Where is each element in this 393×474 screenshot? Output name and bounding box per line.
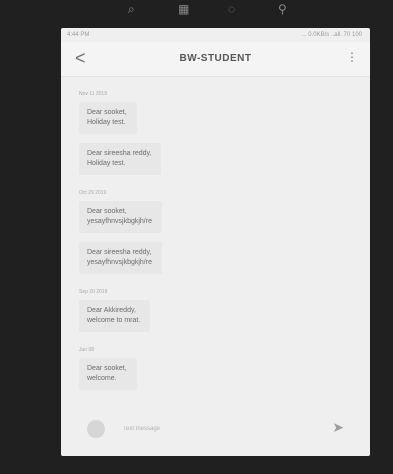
message-item: Dear sireesha reddy, yesayfhnvsjkbgkjh/re xyxy=(79,242,352,283)
message-bubble[interactable]: Dear sooket, yesayfhnvsjkbgkjh/re xyxy=(79,201,162,233)
message-line: Holiday test. xyxy=(87,160,126,167)
message-item: Dear sooket, yesayfhnvsjkbgkjh/re xyxy=(79,201,352,242)
compose-bar: ➤ xyxy=(61,412,370,442)
status-indicators: ... 0.0KB/s ..all. 70 100 xyxy=(301,32,362,38)
message-line: welcome to mrat. xyxy=(87,317,141,324)
date-label: Nov 11 2019 xyxy=(79,91,107,97)
emoji-icon[interactable] xyxy=(87,420,105,438)
message-input[interactable] xyxy=(121,421,295,437)
date-label: Oct 29 2019 xyxy=(79,190,107,196)
phone-screen: 4:44 PM ... 0.0KB/s ..all. 70 100 < BW-S… xyxy=(61,28,370,456)
status-bar: 4:44 PM ... 0.0KB/s ..all. 70 100 xyxy=(61,28,370,42)
message-line: yesayfhnvsjkbgkjh/re xyxy=(87,218,152,225)
message-list[interactable]: Nov 11 2019 Dear sooket, Holiday test. Dear… xyxy=(61,77,370,399)
message-item: Dear sooket, welcome. xyxy=(79,358,352,399)
message-item: Dear Akkireddy, welcome to mrat. xyxy=(79,300,352,341)
circle-icon[interactable]: ◌ xyxy=(228,2,235,16)
message-bubble[interactable]: Dear sireesha reddy, Holiday test. xyxy=(79,143,162,175)
message-bubble[interactable]: Dear Akkireddy, welcome to mrat. xyxy=(79,300,151,332)
message-line: Holiday test. xyxy=(87,119,126,126)
message-line: yesayfhnvsjkbgkjh/re xyxy=(87,259,152,266)
app-bar: < BW-STUDENT ⋮ xyxy=(61,42,370,77)
message-bubble[interactable]: Dear sooket, Holiday test. xyxy=(79,102,137,134)
message-bubble[interactable]: Dear sireesha reddy, yesayfhnvsjkbgkjh/re xyxy=(79,242,162,274)
device-frame: ⌕ ▦ ◌ ⚲ 4:44 PM ... 0.0KB/s ..all. 70 10… xyxy=(0,0,393,474)
grid-icon[interactable]: ▦ xyxy=(178,2,189,16)
search-icon[interactable]: ⌕ xyxy=(128,2,135,17)
toolbar-icons: ⌕ ▦ ◌ ⚲ xyxy=(120,0,320,20)
message-line: Dear sireesha reddy, xyxy=(87,150,152,157)
message-item: Dear sooket, Holiday test. xyxy=(79,102,352,143)
more-options-icon[interactable]: ⋮ xyxy=(346,50,358,64)
status-time: 4:44 PM xyxy=(67,32,90,38)
message-item: Dear sireesha reddy, Holiday test. xyxy=(79,143,352,184)
message-line: welcome. xyxy=(87,375,117,382)
message-line: Dear sireesha reddy, xyxy=(87,249,152,256)
message-line: Dear sooket, xyxy=(87,365,127,372)
bulb-icon[interactable]: ⚲ xyxy=(278,2,287,16)
message-bubble[interactable]: Dear sooket, welcome. xyxy=(79,358,137,390)
message-line: Dear sooket, xyxy=(87,208,127,215)
conversation-title: BW-STUDENT xyxy=(179,53,252,64)
date-label: Sep 20 2019 xyxy=(79,289,108,295)
message-line: Dear sooket, xyxy=(87,109,127,116)
send-icon[interactable]: ➤ xyxy=(332,419,344,436)
message-line: Dear Akkireddy, xyxy=(87,307,136,314)
date-label: Jun 08 xyxy=(79,347,95,353)
